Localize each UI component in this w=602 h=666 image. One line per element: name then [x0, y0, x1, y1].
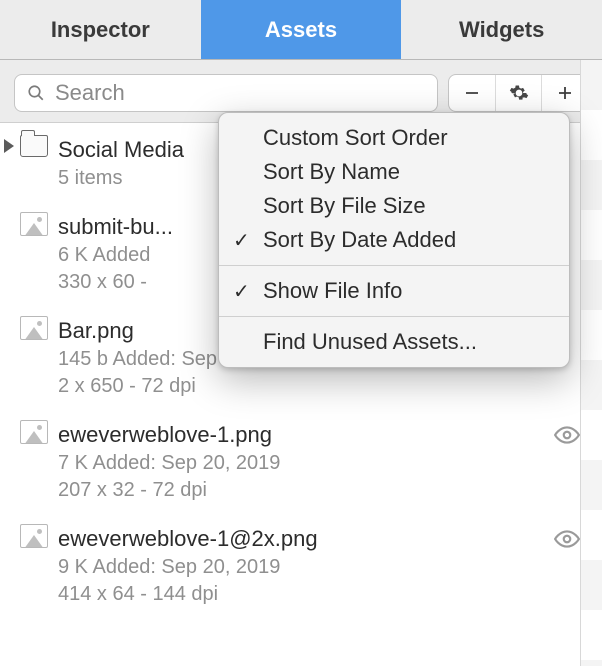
- item-subtitle: 9 K Added: Sep 20, 2019 414 x 64 - 144 d…: [58, 554, 584, 608]
- menu-separator: [219, 316, 569, 317]
- search-field[interactable]: [14, 74, 438, 112]
- menu-sort-size[interactable]: Sort By File Size: [219, 189, 569, 223]
- tab-widgets[interactable]: Widgets: [401, 0, 602, 59]
- check-icon: ✓: [233, 228, 250, 253]
- image-icon: [20, 420, 48, 444]
- tab-assets[interactable]: Assets: [201, 0, 402, 59]
- toolbar-buttons: [448, 74, 588, 112]
- menu-find-unused[interactable]: Find Unused Assets...: [219, 325, 569, 359]
- folder-icon: [20, 135, 48, 157]
- chevron-right-icon[interactable]: [4, 139, 14, 153]
- settings-menu: Custom Sort Order Sort By Name Sort By F…: [218, 112, 570, 368]
- menu-show-info[interactable]: ✓ Show File Info: [219, 274, 569, 308]
- menu-label: Sort By Date Added: [263, 227, 456, 253]
- list-item[interactable]: eweverweblove-1.png 7 K Added: Sep 20, 2…: [0, 414, 602, 518]
- item-title: eweverweblove-1.png: [58, 422, 584, 448]
- menu-label: Show File Info: [263, 278, 402, 304]
- image-icon: [20, 524, 48, 548]
- tab-bar: Inspector Assets Widgets: [0, 0, 602, 60]
- menu-separator: [219, 265, 569, 266]
- eye-icon[interactable]: [554, 422, 580, 454]
- list-item[interactable]: eweverweblove-1@2x.png 9 K Added: Sep 20…: [0, 518, 602, 622]
- menu-sort-date[interactable]: ✓ Sort By Date Added: [219, 223, 569, 257]
- image-icon: [20, 212, 48, 236]
- item-title: eweverweblove-1@2x.png: [58, 526, 584, 552]
- remove-button[interactable]: [449, 75, 495, 111]
- item-subtitle: 7 K Added: Sep 20, 2019 207 x 32 - 72 dp…: [58, 450, 584, 504]
- tab-inspector[interactable]: Inspector: [0, 0, 201, 59]
- menu-sort-name[interactable]: Sort By Name: [219, 155, 569, 189]
- image-icon: [20, 316, 48, 340]
- search-icon: [27, 84, 45, 102]
- check-icon: ✓: [233, 279, 250, 304]
- eye-icon[interactable]: [554, 526, 580, 558]
- search-input[interactable]: [55, 80, 425, 106]
- settings-button[interactable]: [495, 75, 541, 111]
- menu-custom-sort[interactable]: Custom Sort Order: [219, 121, 569, 155]
